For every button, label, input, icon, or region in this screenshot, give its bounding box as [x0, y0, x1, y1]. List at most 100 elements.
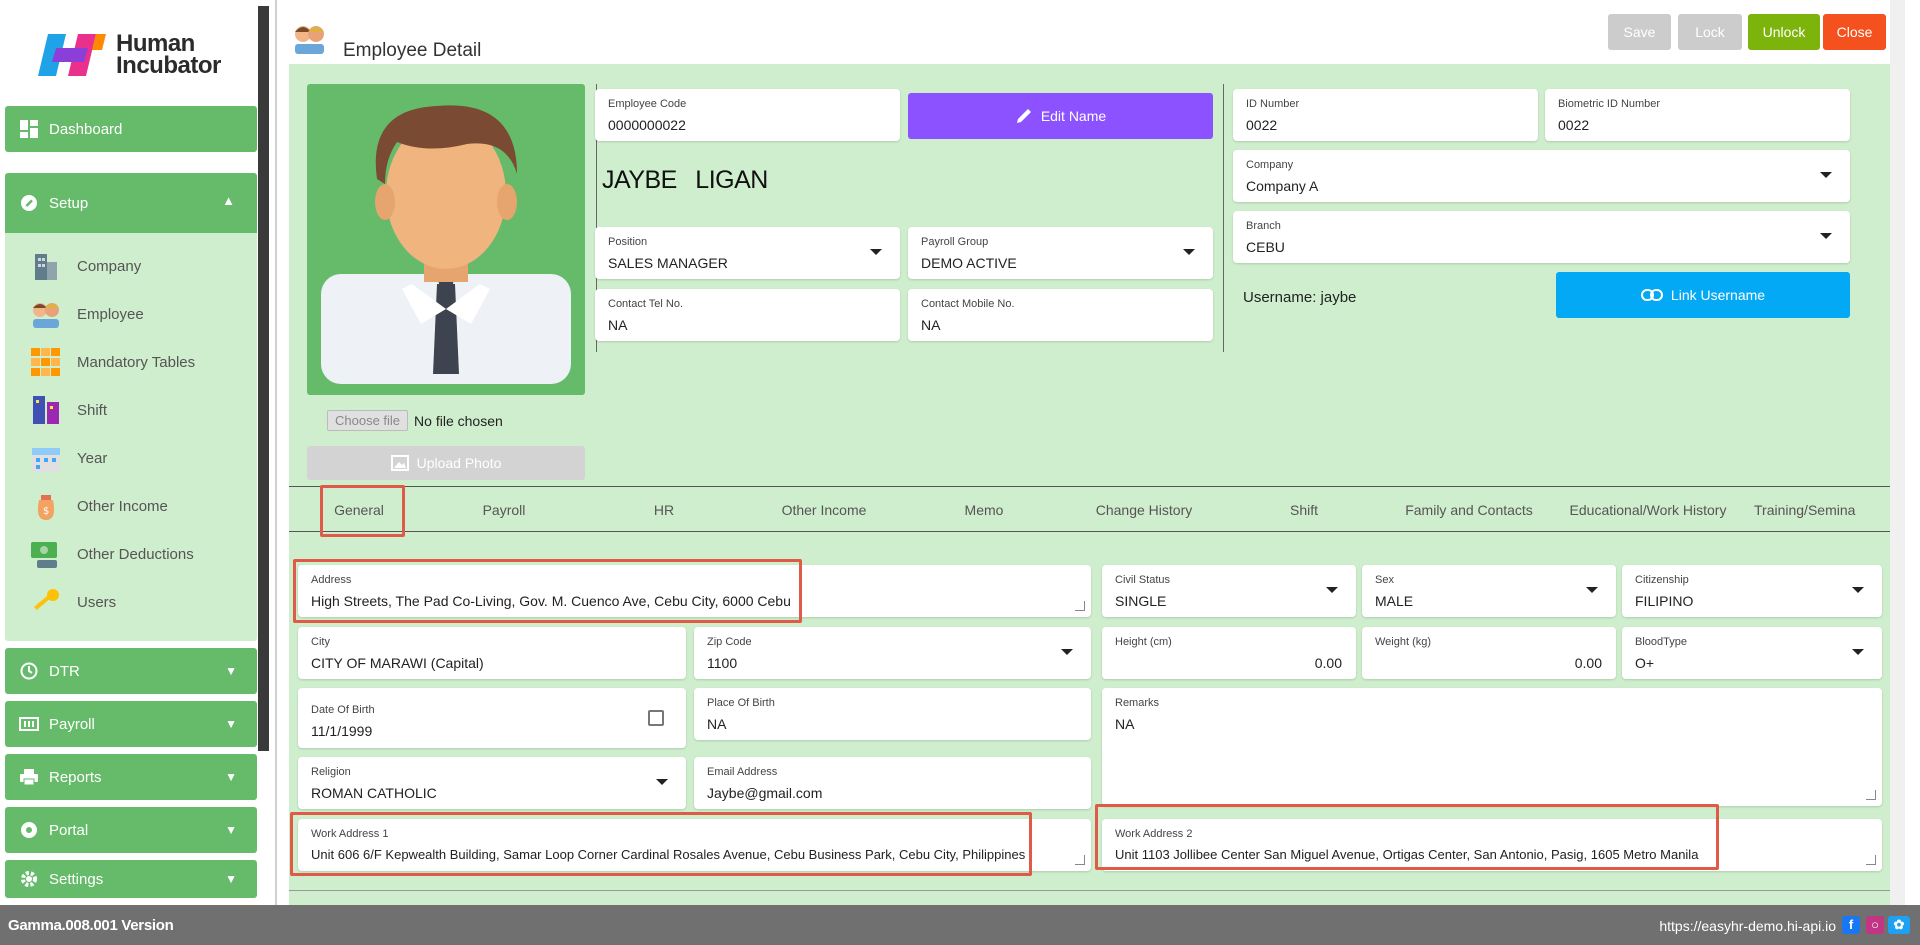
- sidebar-scrollbar[interactable]: [258, 6, 269, 751]
- sidebar-item-year[interactable]: Year: [29, 438, 107, 478]
- sidebar-item-shift[interactable]: Shift: [29, 390, 107, 430]
- company-select[interactable]: Company Company A: [1233, 150, 1850, 202]
- username-text: Username: jaybe: [1243, 289, 1357, 306]
- zip-code-select[interactable]: Zip Code 1100: [694, 627, 1091, 679]
- sidebar-item-label: Shift: [77, 401, 108, 419]
- column-divider: [1223, 84, 1224, 352]
- sidebar-item-payroll[interactable]: Payroll ▼: [5, 701, 257, 747]
- upload-photo-label: Upload Photo: [416, 455, 502, 471]
- sidebar-item-portal[interactable]: Portal ▼: [5, 807, 257, 853]
- chevron-down-icon: ▼: [225, 872, 237, 886]
- sidebar-item-label: DTR: [49, 662, 80, 680]
- photo-file-picker[interactable]: Choose file No file chosen: [327, 410, 503, 431]
- city-field[interactable]: City CITY OF MARAWI (Capital): [298, 627, 686, 679]
- site-url-link[interactable]: https://easyhr-demo.hi-api.io: [1659, 918, 1836, 934]
- facebook-icon[interactable]: f: [1842, 916, 1860, 934]
- employee-code-field[interactable]: Employee Code 0000000022: [595, 89, 900, 141]
- id-number-field[interactable]: ID Number 0022: [1233, 89, 1538, 141]
- sidebar-item-label: Portal: [49, 821, 89, 839]
- sidebar-item-users[interactable]: Users: [29, 582, 116, 622]
- caret-down-icon: [1852, 587, 1864, 593]
- sidebar-item-dtr[interactable]: DTR ▼: [5, 648, 257, 694]
- sidebar-item-other-deductions[interactable]: Other Deductions: [29, 534, 194, 574]
- page-title: Employee Detail: [343, 40, 482, 61]
- email-field[interactable]: Email Address Jaybe@gmail.com: [694, 757, 1091, 809]
- sidebar-item-label: Settings: [49, 870, 104, 888]
- unlock-button[interactable]: Unlock: [1748, 14, 1820, 50]
- citizenship-select[interactable]: Citizenship FILIPINO: [1622, 565, 1882, 617]
- sidebar-item-mandatory-tables[interactable]: Mandatory Tables: [29, 342, 195, 382]
- lock-button[interactable]: Lock: [1678, 14, 1742, 50]
- sidebar-item-setup[interactable]: Setup ▲: [5, 173, 257, 233]
- sidebar-item-reports[interactable]: Reports ▼: [5, 754, 257, 800]
- tab-memo[interactable]: Memo: [929, 487, 1039, 533]
- link-username-button[interactable]: Link Username: [1556, 272, 1850, 318]
- employee-detail-content: Choose file No file chosen Upload Photo …: [289, 64, 1905, 905]
- resize-handle-icon[interactable]: [1075, 855, 1085, 865]
- chevron-up-icon: ▲: [222, 193, 235, 208]
- remarks-field[interactable]: Remarks NA: [1102, 688, 1882, 806]
- instagram-icon[interactable]: ○: [1866, 916, 1884, 934]
- tab-hr[interactable]: HR: [609, 487, 719, 533]
- sidebar-item-employee[interactable]: Employee: [29, 294, 144, 334]
- height-field[interactable]: Height (cm) 0.00: [1102, 627, 1356, 679]
- resize-handle-icon[interactable]: [1866, 790, 1876, 800]
- caret-down-icon: [870, 249, 882, 255]
- human-incubator-logo-icon: [38, 34, 106, 76]
- sidebar-item-label: Year: [77, 449, 108, 467]
- sidebar-item-settings[interactable]: Settings ▼: [5, 860, 257, 898]
- biometric-id-field[interactable]: Biometric ID Number 0022: [1545, 89, 1850, 141]
- clock-icon: [19, 661, 39, 681]
- branch-select[interactable]: Branch CEBU: [1233, 211, 1850, 263]
- caret-down-icon: [1586, 587, 1598, 593]
- employee-group-icon: [295, 26, 324, 54]
- gear-icon: [19, 869, 39, 889]
- employee-photo: [307, 84, 585, 395]
- save-button[interactable]: Save: [1608, 14, 1671, 50]
- weight-field[interactable]: Weight (kg) 0.00: [1362, 627, 1616, 679]
- form-divider: [289, 890, 1894, 891]
- last-name: LIGAN: [695, 166, 768, 194]
- payroll-group-select[interactable]: Payroll Group DEMO ACTIVE: [908, 227, 1213, 279]
- employee-full-name: JAYBE LIGAN: [602, 166, 768, 195]
- key-icon: [34, 589, 59, 610]
- logo-text-line2: Incubator: [116, 52, 221, 79]
- position-select[interactable]: Position SALES MANAGER: [595, 227, 900, 279]
- sidebar-item-dashboard[interactable]: Dashboard: [5, 106, 257, 152]
- place-of-birth-field[interactable]: Place Of Birth NA: [694, 688, 1091, 740]
- tab-payroll[interactable]: Payroll: [449, 487, 559, 533]
- choose-file-button[interactable]: Choose file: [327, 410, 409, 431]
- tab-shift[interactable]: Shift: [1249, 487, 1359, 533]
- edit-name-button[interactable]: Edit Name: [908, 93, 1213, 139]
- chevron-down-icon: ▼: [225, 770, 237, 784]
- money-bag-icon: $: [37, 495, 55, 520]
- calendar-year-icon: [32, 448, 60, 472]
- upload-photo-button[interactable]: Upload Photo: [307, 446, 585, 480]
- caret-down-icon: [1852, 649, 1864, 655]
- tab-training-seminars[interactable]: Training/Semina: [1754, 487, 1894, 533]
- sidebar-item-company[interactable]: Company: [29, 246, 141, 286]
- svg-text:$: $: [43, 506, 49, 517]
- caret-down-icon: [656, 779, 668, 785]
- shift-icon: [33, 396, 59, 424]
- civil-status-select[interactable]: Civil Status SINGLE: [1102, 565, 1356, 617]
- sidebar-item-other-income[interactable]: $ Other Income: [29, 486, 168, 526]
- religion-select[interactable]: Religion ROMAN CATHOLIC: [298, 757, 686, 809]
- tab-change-history[interactable]: Change History: [1089, 487, 1199, 533]
- calendar-icon[interactable]: [648, 710, 664, 726]
- resize-handle-icon[interactable]: [1866, 855, 1876, 865]
- twitter-icon[interactable]: ✿: [1888, 916, 1910, 934]
- main-scrollbar[interactable]: [1890, 0, 1905, 905]
- resize-handle-icon[interactable]: [1075, 601, 1085, 611]
- bloodtype-select[interactable]: BloodType O+: [1622, 627, 1882, 679]
- date-of-birth-field[interactable]: Date Of Birth 11/1/1999: [298, 688, 686, 748]
- printer-icon: [19, 767, 39, 787]
- tab-family-and-contacts[interactable]: Family and Contacts: [1405, 487, 1533, 533]
- pencil-icon: [1016, 109, 1031, 123]
- close-button[interactable]: Close: [1823, 14, 1886, 50]
- sex-select[interactable]: Sex MALE: [1362, 565, 1616, 617]
- contact-tel-field[interactable]: Contact Tel No. NA: [595, 289, 900, 341]
- contact-mobile-field[interactable]: Contact Mobile No. NA: [908, 289, 1213, 341]
- tab-educational-work-history[interactable]: Educational/Work History: [1570, 487, 1727, 533]
- tab-other-income[interactable]: Other Income: [769, 487, 879, 533]
